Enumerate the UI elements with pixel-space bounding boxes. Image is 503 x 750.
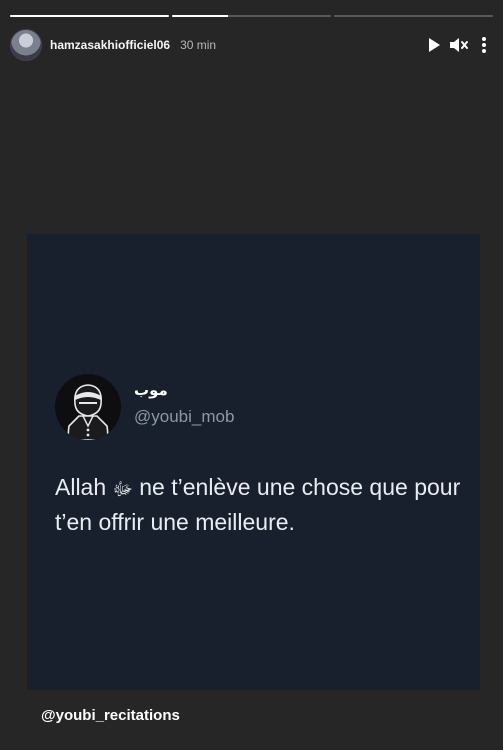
tweet-text: Allah ﷻ ne t’enlève une chose que pour t… — [55, 471, 475, 539]
character-silhouette-icon — [67, 384, 109, 440]
more-options-button[interactable] — [473, 34, 495, 56]
play-icon — [429, 38, 440, 52]
story-header: hamzasakhiofficiel06 30 min — [10, 29, 495, 61]
shared-tweet-card: موب @youbi_mob Allah ﷻ ne t’enlève une c… — [27, 234, 480, 690]
play-button[interactable] — [423, 34, 445, 56]
tweet-display-name: موب — [134, 381, 168, 399]
story-username[interactable]: hamzasakhiofficiel06 — [50, 38, 170, 52]
mention-sticker[interactable]: @youbi_recitations — [41, 707, 180, 724]
tweet-text-part: Allah — [55, 474, 113, 500]
progress-segment — [172, 15, 331, 17]
speaker-muted-icon — [450, 38, 468, 52]
tweet-handle: @youbi_mob — [134, 407, 235, 426]
more-dots-icon — [482, 37, 486, 53]
progress-segment — [10, 15, 169, 17]
story-progress-bar — [10, 15, 493, 18]
story-timestamp: 30 min — [180, 38, 217, 52]
honorific-glyph: ﷻ — [112, 479, 133, 499]
progress-segment — [334, 15, 493, 17]
tweet-avatar — [55, 374, 121, 440]
avatar[interactable] — [10, 29, 42, 61]
mute-button[interactable] — [448, 34, 470, 56]
